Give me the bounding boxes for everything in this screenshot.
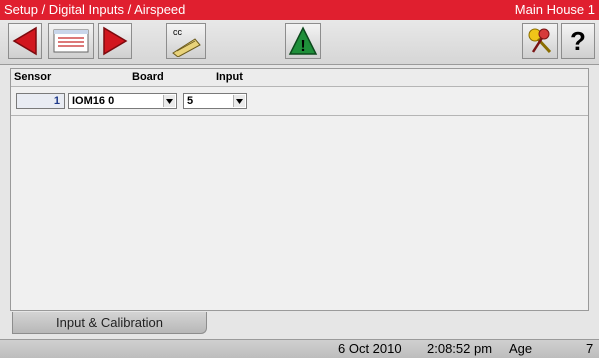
list-icon <box>53 29 89 53</box>
clipboard-cc-icon: cc <box>172 27 201 57</box>
arrow-left-icon <box>12 26 37 56</box>
sensor-table: Sensor Board Input 1 IOM16 0 5 <box>10 68 589 311</box>
toolbar: cc ! ? <box>0 20 599 65</box>
status-age-label: Age <box>509 341 533 356</box>
header-sensor: Sensor <box>14 71 52 83</box>
arrow-right-icon <box>103 26 128 56</box>
tab-input-calibration[interactable]: Input & Calibration <box>12 312 207 334</box>
chevron-down-icon[interactable] <box>163 95 175 107</box>
status-time: 2:08:52 pm <box>427 341 493 356</box>
input-value: 5 <box>187 95 194 107</box>
previous-button[interactable] <box>8 23 42 59</box>
svg-text:cc: cc <box>173 27 183 37</box>
status-age-value: 7 <box>586 341 594 356</box>
status-date: 6 Oct 2010 <box>338 341 402 356</box>
security-button[interactable] <box>522 23 558 59</box>
chevron-down-icon[interactable] <box>233 95 245 107</box>
svg-text:!: ! <box>300 38 305 55</box>
title-bar: Setup / Digital Inputs / Airspeed Main H… <box>0 0 599 20</box>
help-button[interactable]: ? <box>561 23 595 59</box>
board-select[interactable]: IOM16 0 <box>68 93 177 109</box>
table-header: Sensor Board Input <box>11 69 588 87</box>
board-value: IOM16 0 <box>72 95 115 107</box>
help-icon: ? <box>570 26 586 56</box>
house-name: Main House 1 <box>514 2 595 17</box>
header-input: Input <box>216 71 243 83</box>
breadcrumb-title: Setup / Digital Inputs / Airspeed <box>4 2 186 17</box>
copy-button[interactable]: cc <box>166 23 206 59</box>
table-row: 1 IOM16 0 5 <box>11 89 588 116</box>
keys-icon <box>528 28 552 54</box>
status-bar: 6 Oct 2010 2:08:52 pm Age 7 <box>0 339 599 358</box>
next-button[interactable] <box>98 23 132 59</box>
header-board: Board <box>132 71 164 83</box>
warning-icon: ! <box>288 26 318 55</box>
alarm-button[interactable]: ! <box>285 23 321 59</box>
list-button[interactable] <box>48 23 94 59</box>
sensor-number: 1 <box>16 93 65 109</box>
input-select[interactable]: 5 <box>183 93 247 109</box>
